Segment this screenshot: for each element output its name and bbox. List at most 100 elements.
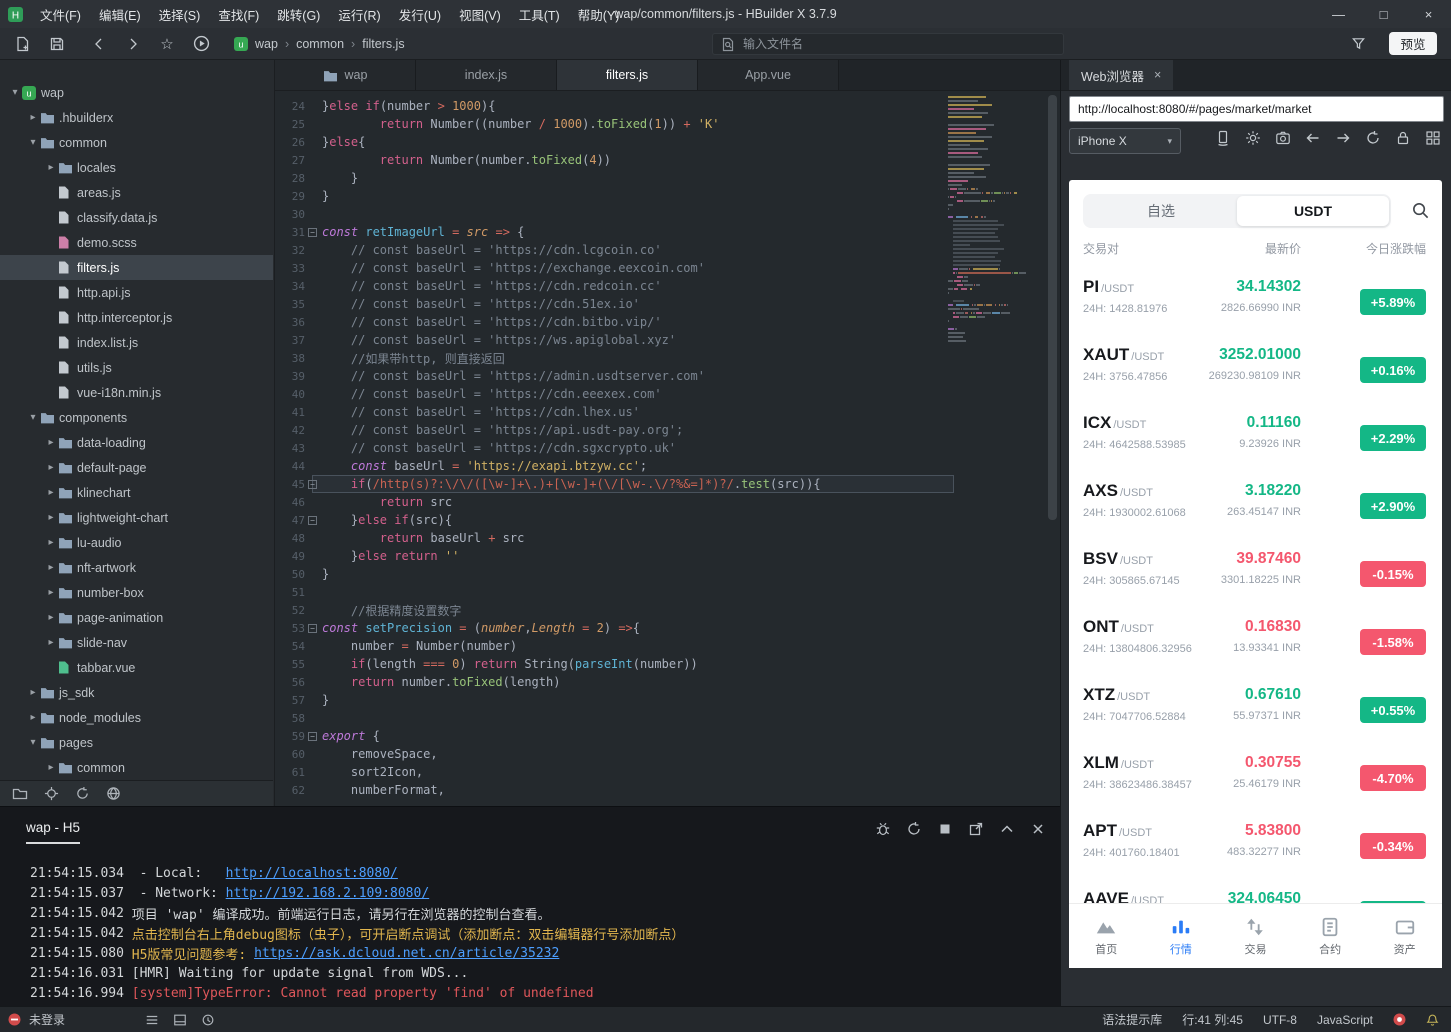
menu-item-跳转(G)[interactable]: 跳转(G) <box>268 0 329 28</box>
line-number[interactable]: 24 <box>275 100 305 113</box>
tree-item-index.list.js[interactable]: index.list.js <box>0 330 273 355</box>
tree-item-http.api.js[interactable]: http.api.js <box>0 280 273 305</box>
chevron-right-icon[interactable]: ▸ <box>44 612 58 623</box>
line-number[interactable]: 32 <box>275 244 305 257</box>
market-row-AAVE[interactable]: AAVE/USDT 324.06450 <box>1069 880 1442 903</box>
maximize-button[interactable]: □ <box>1361 0 1406 28</box>
market-row-ICX[interactable]: ICX/USDT 24H: 4642588.53985 0.11160 9.23926… <box>1069 404 1442 472</box>
chevron-down-icon[interactable]: ▾ <box>26 737 40 748</box>
address-bar[interactable] <box>1069 96 1444 122</box>
line-number[interactable]: 53 <box>275 622 305 635</box>
chevron-right-icon[interactable]: ▸ <box>44 462 58 473</box>
console-link[interactable]: http://192.168.2.109:8080/ <box>226 886 430 901</box>
market-row-APT[interactable]: APT/USDT 24H: 401760.18401 5.83800 483.3227… <box>1069 812 1442 880</box>
screenshot-icon[interactable] <box>1275 130 1291 146</box>
line-number[interactable]: 33 <box>275 262 305 275</box>
tree-item-lu-audio[interactable]: ▸ lu-audio <box>0 530 273 555</box>
chevron-right-icon[interactable]: ▸ <box>44 762 58 773</box>
tree-item-vue-i18n.min.js[interactable]: vue-i18n.min.js <box>0 380 273 405</box>
fold-marker-icon[interactable]: − <box>305 479 320 489</box>
menu-item-视图(V)[interactable]: 视图(V) <box>450 0 510 28</box>
market-row-XTZ[interactable]: XTZ/USDT 24H: 7047706.52884 0.67610 55.9737… <box>1069 676 1442 744</box>
settings-gear-icon[interactable] <box>1245 130 1261 146</box>
line-number[interactable]: 37 <box>275 334 305 347</box>
menu-item-发行(U)[interactable]: 发行(U) <box>390 0 450 28</box>
refresh-icon[interactable] <box>1365 130 1381 146</box>
close-tab-icon[interactable]: × <box>1154 68 1161 82</box>
line-number[interactable]: 61 <box>275 766 305 779</box>
chevron-right-icon[interactable]: ▸ <box>26 687 40 698</box>
run-button[interactable] <box>184 31 218 57</box>
line-number[interactable]: 46 <box>275 496 305 509</box>
tree-item-pages[interactable]: ▾ pages <box>0 730 273 755</box>
line-number[interactable]: 38 <box>275 352 305 365</box>
console-link[interactable]: https://ask.dcloud.net.cn/article/35232 <box>254 946 559 961</box>
tree-item-.hbuilderx[interactable]: ▸ .hbuilderx <box>0 105 273 130</box>
detach-icon[interactable] <box>968 821 984 837</box>
line-number[interactable]: 58 <box>275 712 305 725</box>
tree-item-http.interceptor.js[interactable]: http.interceptor.js <box>0 305 273 330</box>
statusbar-item-3[interactable]: JavaScript <box>1317 1013 1373 1027</box>
menu-item-选择(S)[interactable]: 选择(S) <box>150 0 210 28</box>
market-row-XLM[interactable]: XLM/USDT 24H: 38623486.38457 0.30755 25.461… <box>1069 744 1442 812</box>
chevron-right-icon[interactable]: ▸ <box>44 637 58 648</box>
line-number[interactable]: 34 <box>275 280 305 293</box>
device-selector[interactable]: iPhone X ▾ <box>1069 128 1181 154</box>
panel-layout-icon[interactable] <box>173 1013 187 1027</box>
line-number[interactable]: 54 <box>275 640 305 653</box>
fold-marker-icon[interactable]: − <box>305 227 320 237</box>
tabbar-item-合约[interactable]: 合约 <box>1293 904 1368 968</box>
editor-scrollbar[interactable] <box>1048 95 1057 520</box>
chevron-right-icon[interactable]: ▸ <box>26 712 40 723</box>
line-number[interactable]: 40 <box>275 388 305 401</box>
chevron-right-icon[interactable]: ▸ <box>44 512 58 523</box>
new-file-button[interactable] <box>6 31 40 57</box>
line-number[interactable]: 45 <box>275 478 305 491</box>
bookmark-star-button[interactable]: ☆ <box>150 31 184 57</box>
statusbar-item-1[interactable]: 行:41 列:45 <box>1182 1011 1243 1028</box>
tree-item-locales[interactable]: ▸ locales <box>0 155 273 180</box>
menu-item-文件(F)[interactable]: 文件(F) <box>31 0 90 28</box>
line-number[interactable]: 50 <box>275 568 305 581</box>
refresh-icon[interactable] <box>75 786 90 801</box>
menu-item-工具(T)[interactable]: 工具(T) <box>510 0 569 28</box>
market-row-BSV[interactable]: BSV/USDT 24H: 305865.67145 39.87460 3301.18… <box>1069 540 1442 608</box>
breadcrumb-item-wap[interactable]: wap <box>255 37 278 51</box>
stop-icon[interactable] <box>937 821 953 837</box>
tree-item-common[interactable]: ▾ common <box>0 130 273 155</box>
line-number[interactable]: 48 <box>275 532 305 545</box>
market-tab-USDT[interactable]: USDT <box>1237 196 1389 226</box>
tree-item-klinechart[interactable]: ▸ klinechart <box>0 480 273 505</box>
chevron-right-icon[interactable]: ▸ <box>44 487 58 498</box>
statusbar-item-0[interactable]: 语法提示库 <box>1102 1011 1162 1028</box>
tree-item-js_sdk[interactable]: ▸ js_sdk <box>0 680 273 705</box>
fold-marker-icon[interactable]: − <box>305 623 320 633</box>
line-number[interactable]: 43 <box>275 442 305 455</box>
line-number[interactable]: 59 <box>275 730 305 743</box>
web-browser-tab[interactable]: Web浏览器 × <box>1069 60 1174 90</box>
file-search-box[interactable] <box>712 33 1064 55</box>
nav-forward-button[interactable] <box>116 31 150 57</box>
locate-file-icon[interactable] <box>44 786 59 801</box>
line-number[interactable]: 42 <box>275 424 305 437</box>
bell-icon[interactable] <box>1426 1013 1439 1027</box>
collapse-folders-icon[interactable] <box>12 787 28 801</box>
line-number[interactable]: 51 <box>275 586 305 599</box>
line-number[interactable]: 36 <box>275 316 305 329</box>
collapse-panel-icon[interactable] <box>999 821 1015 837</box>
web-preview-icon[interactable] <box>106 786 121 801</box>
line-number[interactable]: 44 <box>275 460 305 473</box>
chevron-right-icon[interactable]: ▸ <box>44 437 58 448</box>
statusbar-item-2[interactable]: UTF-8 <box>1263 1013 1297 1027</box>
breadcrumb-item-common[interactable]: common <box>296 37 344 51</box>
qr-grid-icon[interactable] <box>1425 130 1441 146</box>
debug-icon[interactable] <box>875 821 891 837</box>
lock-icon[interactable] <box>1395 130 1411 146</box>
editor-tab-wap[interactable]: wap <box>275 60 416 90</box>
market-row-ONT[interactable]: ONT/USDT 24H: 13804806.32956 0.16830 13.933… <box>1069 608 1442 676</box>
line-number[interactable]: 29 <box>275 190 305 203</box>
fold-marker-icon[interactable]: − <box>305 731 320 741</box>
menu-item-编辑(E)[interactable]: 编辑(E) <box>90 0 150 28</box>
rotate-device-icon[interactable] <box>1215 130 1231 146</box>
chevron-down-icon[interactable]: ▾ <box>26 137 40 148</box>
